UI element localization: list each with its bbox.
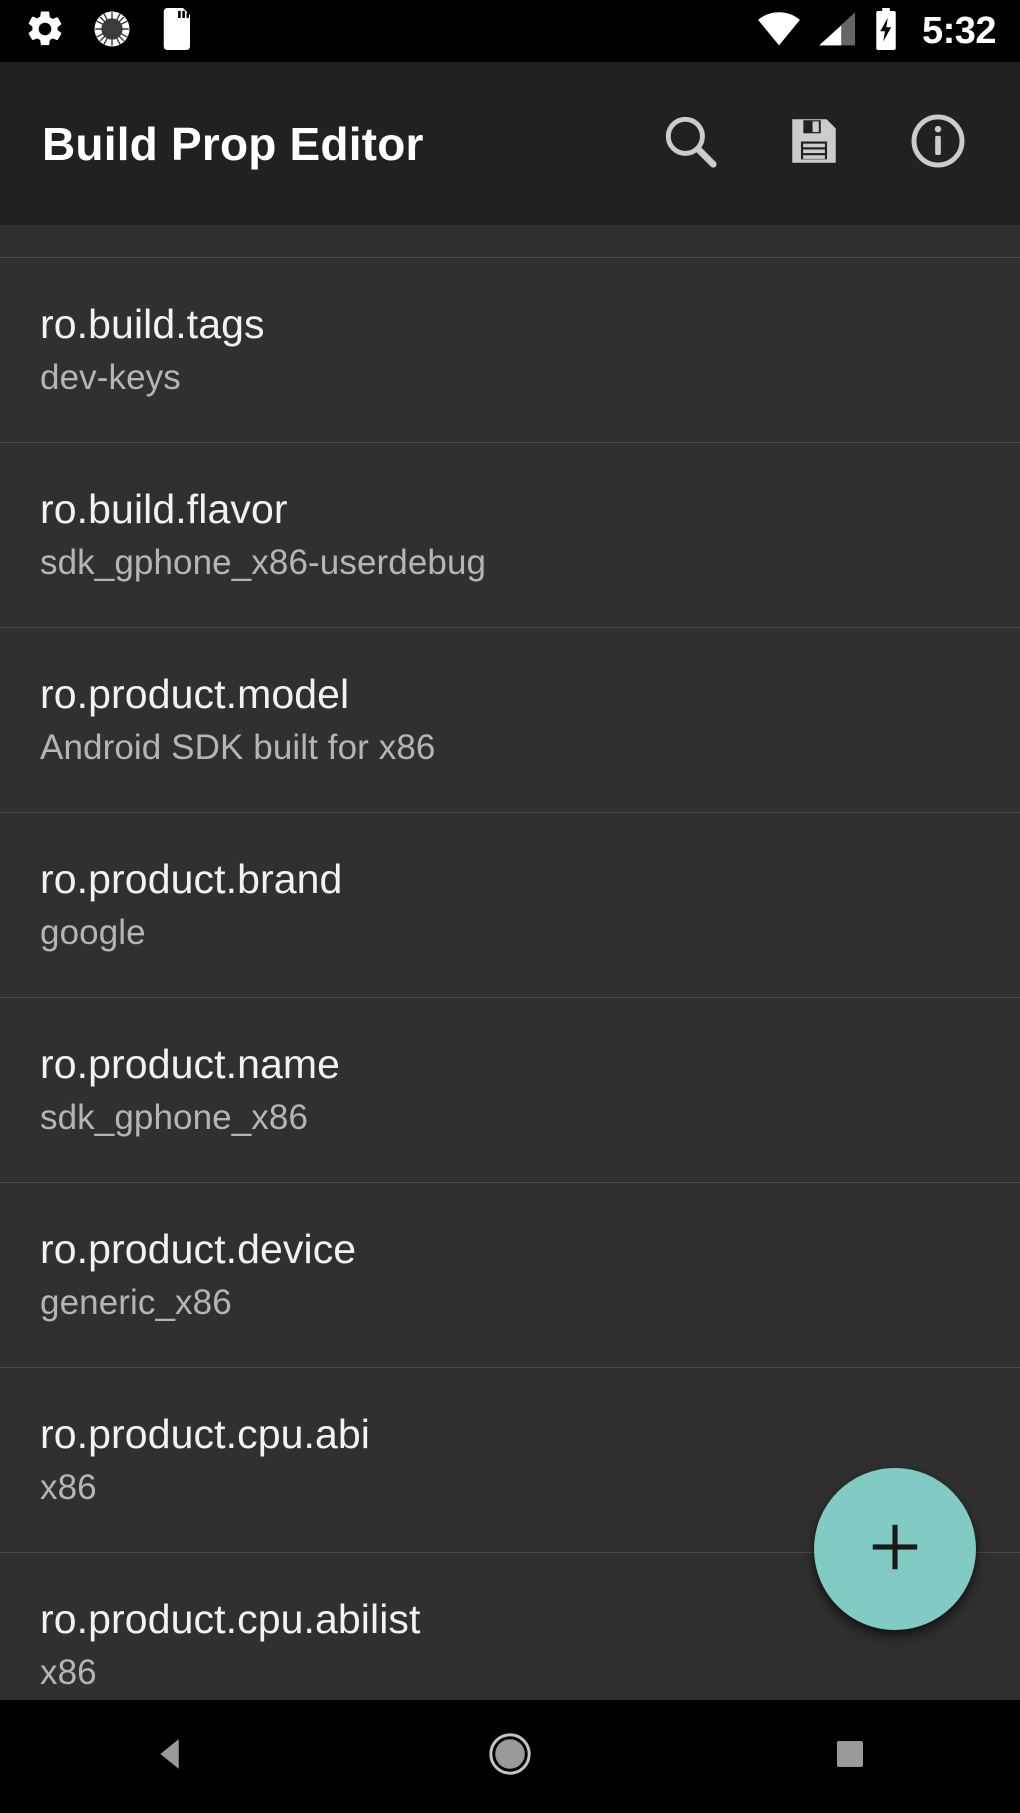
battery-charging-icon: [872, 7, 900, 55]
status-bar-left-icons: [24, 7, 194, 55]
table-row[interactable]: ro.product.model Android SDK built for x…: [0, 628, 1020, 813]
property-value: google: [40, 913, 146, 953]
info-button[interactable]: [902, 108, 974, 180]
save-icon: [785, 112, 843, 175]
property-value: dev-keys: [40, 358, 181, 398]
app-bar: Build Prop Editor: [0, 62, 1020, 225]
plus-icon: [864, 1516, 926, 1583]
nav-back-button[interactable]: [95, 1700, 245, 1813]
property-value: Android SDK built for x86: [40, 728, 436, 768]
status-bar-clock: 5:32: [921, 10, 997, 52]
nav-home-button[interactable]: [435, 1700, 585, 1813]
property-value: sdk_gphone_x86-userdebug: [40, 543, 487, 583]
property-key: ro.build.tags: [40, 301, 265, 348]
add-property-fab[interactable]: [814, 1468, 976, 1630]
property-key: ro.product.model: [40, 671, 350, 718]
wifi-icon: [756, 10, 802, 53]
table-row[interactable]: ro.build.flavor sdk_gphone_x86-userdebug: [0, 443, 1020, 628]
android-screen: 5:32 Build Prop Editor ro.build.tags dev…: [0, 0, 1020, 1813]
cellular-signal-icon: [816, 10, 858, 53]
property-key: ro.product.cpu.abi: [40, 1411, 371, 1458]
nav-recents-button[interactable]: [775, 1700, 925, 1813]
property-key: ro.product.device: [40, 1226, 357, 1273]
table-row[interactable]: ro.build.tags dev-keys: [0, 258, 1020, 443]
table-row[interactable]: ro.product.name sdk_gphone_x86: [0, 998, 1020, 1183]
search-button[interactable]: [654, 108, 726, 180]
sunburst-circle-icon: [92, 9, 132, 54]
property-value: sdk_gphone_x86: [40, 1098, 309, 1138]
property-key: ro.build.flavor: [40, 486, 288, 533]
app-bar-actions: [654, 108, 992, 180]
property-key: ro.product.brand: [40, 856, 343, 903]
search-icon: [659, 110, 721, 177]
status-bar: 5:32: [0, 0, 1020, 62]
save-button[interactable]: [778, 108, 850, 180]
app-title: Build Prop Editor: [42, 117, 424, 170]
status-bar-right-icons: 5:32: [756, 7, 997, 55]
sd-card-icon: [158, 7, 194, 55]
property-value: x86: [40, 1653, 97, 1693]
info-icon: [907, 110, 969, 177]
settings-gear-icon: [24, 8, 66, 55]
navigation-bar: [0, 1700, 1020, 1813]
table-row[interactable]: ro.product.device generic_x86: [0, 1183, 1020, 1368]
back-triangle-icon: [149, 1733, 191, 1780]
table-row[interactable]: ro.product.brand google: [0, 813, 1020, 998]
recents-square-icon: [830, 1734, 870, 1779]
home-circle-icon: [486, 1730, 534, 1783]
property-value: generic_x86: [40, 1283, 232, 1323]
property-key: ro.product.name: [40, 1041, 341, 1088]
